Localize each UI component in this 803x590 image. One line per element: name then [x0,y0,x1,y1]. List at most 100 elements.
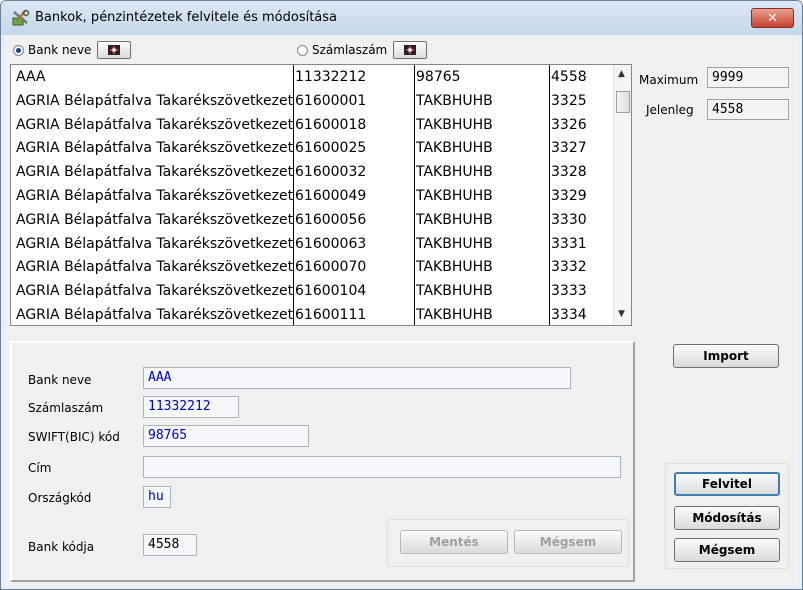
bank-name-field[interactable]: AAA [143,367,571,389]
code-cell: 3334 [551,307,587,323]
swift-cell: TAKBHUHB [416,283,493,300]
account-number-field[interactable]: 11332212 [143,396,239,418]
main-window: Bankok, pénzintézetek felvitele és módos… [0,0,803,590]
country-code-field[interactable]: hu [143,486,171,508]
modify-button[interactable]: Módosítás [674,506,780,530]
form-bank-name-label: Bank neve [28,373,92,387]
scroll-up-icon[interactable]: ▲ [618,69,625,79]
swift-code-field[interactable]: 98765 [143,425,309,447]
bank-code-field[interactable]: 4558 [143,534,197,556]
swift-cell: TAKBHUHB [416,211,493,228]
scrollbar-thumb[interactable] [616,91,630,113]
table-row[interactable]: AAA 11332212 98765 4558 [11,67,611,87]
table-row[interactable]: AGRIA Bélapátfalva Takarékszövetkezet 616… [11,162,611,182]
swift-cell: TAKBHUHB [416,235,493,252]
sort-bank-name-button[interactable] [97,41,132,59]
address-field[interactable] [143,456,621,478]
country-code-label: Országkód [28,491,92,505]
code-cell: 3330 [551,211,587,228]
current-value: 4558 [707,99,789,120]
bank-tools-icon [12,9,30,26]
form-cancel-button[interactable]: Mégsem [514,530,622,554]
maximum-label: Maximum [639,73,699,87]
action-buttons-group: Felvitel Módosítás Mégsem [665,463,789,569]
save-cancel-group: Mentés Mégsem [387,519,629,567]
code-cell: 3332 [551,259,587,276]
table-row[interactable]: AGRIA Bélapátfalva Takarékszövetkezet 616… [11,281,611,301]
table-row[interactable]: AGRIA Bélapátfalva Takarékszövetkezet 616… [11,257,611,277]
account-cell: 61600049 [295,188,367,204]
account-cell: 61600056 [295,211,367,228]
address-label: Cím [28,461,52,475]
bank-name-cell: AGRIA Bélapátfalva Takarékszövetkezet [16,92,293,109]
save-button[interactable]: Mentés [400,530,508,554]
sort-tool-icon [404,45,417,55]
bank-name-cell: AGRIA Bélapátfalva Takarékszövetkezet [16,283,293,300]
import-button[interactable]: Import [673,344,779,368]
sort-by-account-label: Számlaszám [312,43,388,57]
table-row[interactable]: AGRIA Bélapátfalva Takarékszövetkezet 616… [11,234,611,254]
bank-name-cell: AGRIA Bélapátfalva Takarékszövetkezet [16,188,293,204]
account-cell: 61600001 [295,92,367,109]
swift-cell: TAKBHUHB [416,164,493,181]
swift-cell: TAKBHUHB [416,259,493,276]
bank-name-cell: AGRIA Bélapátfalva Takarékszövetkezet [16,259,293,276]
swift-label: SWIFT(BIC) kód [28,430,120,444]
table-row[interactable]: AGRIA Bélapátfalva Takarékszövetkezet 616… [11,115,611,135]
swift-cell: TAKBHUHB [416,307,493,323]
scroll-down-icon[interactable]: ▼ [618,309,625,319]
swift-cell: 98765 [416,69,461,85]
code-cell: 3328 [551,164,587,181]
account-cell: 61600070 [295,259,367,276]
swift-cell: TAKBHUHB [416,188,493,204]
table-row[interactable]: AGRIA Bélapátfalva Takarékszövetkezet 616… [11,210,611,230]
code-cell: 3331 [551,235,587,252]
title-bar[interactable]: Bankok, pénzintézetek felvitele és módos… [1,1,802,35]
account-cell: 61600104 [295,283,367,300]
sort-by-account-option[interactable]: Számlaszám [297,40,428,60]
account-cell: 61600063 [295,235,367,252]
account-cell: 11332212 [295,69,367,85]
close-button[interactable]: ✕ [751,8,794,28]
table-row[interactable]: AGRIA Bélapátfalva Takarékszövetkezet 616… [11,91,611,111]
bank-code-label: Bank kódja [28,540,95,554]
bank-name-cell: AGRIA Bélapátfalva Takarékszövetkezet [16,211,293,228]
cancel-button[interactable]: Mégsem [674,538,780,562]
bank-name-cell: AGRIA Bélapátfalva Takarékszövetkezet [16,140,293,157]
edit-panel: Bank neve AAA Számlaszám 11332212 SWIFT(… [10,341,635,582]
swift-cell: TAKBHUHB [416,116,493,133]
radio-unselected-icon[interactable] [297,44,308,56]
bank-name-cell: AAA [16,69,46,85]
form-account-label: Számlaszám [28,401,104,415]
account-cell: 61600025 [295,140,367,157]
table-row[interactable]: AGRIA Bélapátfalva Takarékszövetkezet 616… [11,186,611,206]
bank-name-cell: AGRIA Bélapátfalva Takarékszövetkezet [16,235,293,252]
bank-name-cell: AGRIA Bélapátfalva Takarékszövetkezet [16,116,293,133]
sort-account-button[interactable] [393,41,428,59]
table-row[interactable]: AGRIA Bélapátfalva Takarékszövetkezet 616… [11,138,611,158]
swift-cell: TAKBHUHB [416,92,493,109]
maximum-value: 9999 [707,67,789,88]
code-cell: 3327 [551,140,587,157]
bank-name-cell: AGRIA Bélapátfalva Takarékszövetkezet [16,307,293,323]
radio-selected-icon[interactable] [13,44,24,56]
bank-list-grid[interactable]: AAA 11332212 98765 4558 AGRIA Bélapátfalva T… [10,64,632,326]
account-cell: 61600032 [295,164,367,181]
window-title: Bankok, pénzintézetek felvitele és módos… [35,10,338,25]
sort-by-bank-name-label: Bank neve [28,43,92,57]
account-cell: 61600018 [295,116,367,133]
account-cell: 61600111 [295,307,367,323]
code-cell: 3326 [551,116,587,133]
client-area: Bank neve Számlaszám AAA 11332212 98765 … [5,35,798,585]
current-label: Jelenleg [646,103,694,117]
bank-name-cell: AGRIA Bélapátfalva Takarékszövetkezet [16,164,293,181]
code-cell: 3329 [551,188,587,204]
sort-by-bank-name-option[interactable]: Bank neve [13,40,132,60]
sort-tool-icon [108,45,121,55]
add-button[interactable]: Felvitel [674,472,780,496]
code-cell: 4558 [551,69,587,85]
table-row[interactable]: AGRIA Bélapátfalva Takarékszövetkezet 616… [11,305,611,325]
code-cell: 3333 [551,283,587,300]
swift-cell: TAKBHUHB [416,140,493,157]
grid-vertical-scrollbar[interactable]: ▲ ▼ [613,65,631,325]
